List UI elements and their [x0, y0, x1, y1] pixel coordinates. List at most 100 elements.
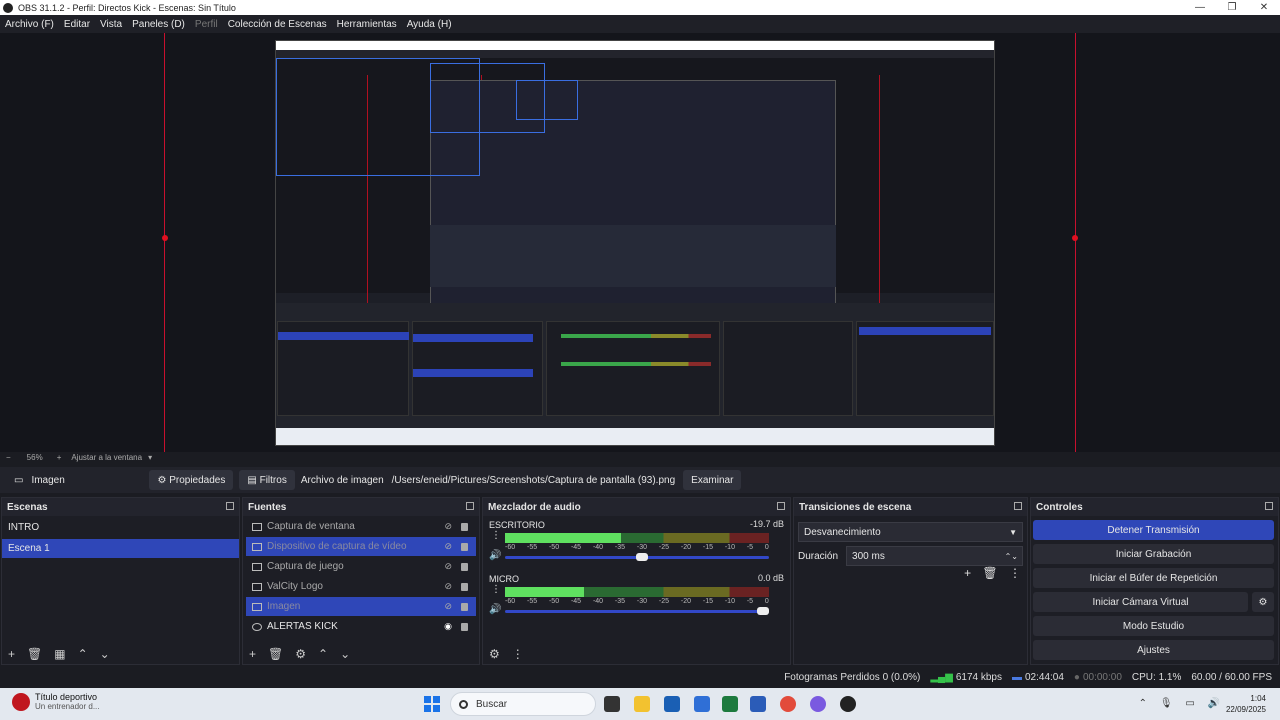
fit-window-button[interactable]: Ajustar a la ventana — [71, 453, 142, 462]
hidden-eye-icon[interactable]: ⊘ — [444, 597, 452, 616]
canvas-handle-left[interactable] — [162, 235, 168, 241]
close-button[interactable]: ✕ — [1248, 0, 1280, 15]
hidden-eye-icon[interactable]: ⊘ — [444, 557, 452, 576]
source-item[interactable]: ALERTAS KICK ◉ — [246, 617, 476, 636]
source-item[interactable]: Captura de ventana ⊘ — [246, 517, 476, 536]
add-source-icon[interactable]: + — [249, 647, 256, 661]
chevron-up-icon[interactable]: ⌃ — [1139, 698, 1147, 709]
advanced-audio-icon[interactable]: ⚙ — [489, 647, 500, 661]
undock-icon[interactable] — [777, 502, 785, 510]
news-widget[interactable]: Título deportivo Un entrenador d... — [12, 692, 99, 711]
move-down-icon[interactable]: ⌄ — [100, 647, 110, 661]
lock-icon[interactable] — [461, 582, 468, 591]
hidden-eye-icon[interactable]: ⊘ — [444, 577, 452, 596]
speaker-icon[interactable]: 🔊 — [489, 550, 501, 561]
discord-icon[interactable] — [810, 696, 826, 712]
move-up-icon[interactable]: ⌃ — [78, 647, 88, 661]
channel-menu-icon[interactable]: ⋮ — [491, 530, 501, 541]
maximize-button[interactable]: ❐ — [1216, 0, 1248, 15]
volume-knob[interactable] — [757, 607, 769, 615]
lock-icon[interactable] — [461, 542, 468, 551]
undock-icon[interactable] — [466, 502, 474, 510]
excel-icon[interactable] — [722, 696, 738, 712]
source-item[interactable]: Captura de juego ⊘ — [246, 557, 476, 576]
signal-bars-icon: ▂▄▆ — [930, 672, 953, 683]
eye-icon[interactable]: ◉ — [444, 617, 452, 636]
browse-button[interactable]: Examinar — [683, 470, 742, 490]
add-scene-icon[interactable]: + — [8, 647, 15, 661]
transition-menu-icon[interactable]: ⋮ — [1009, 566, 1021, 580]
minimize-button[interactable]: — — [1184, 0, 1216, 15]
properties-button[interactable]: ⚙ Propiedades — [149, 470, 234, 490]
zoom-dropdown-icon[interactable]: ▾ — [148, 453, 152, 462]
studio-mode-button[interactable]: Modo Estudio — [1033, 616, 1274, 636]
source-item[interactable]: ValCity Logo ⊘ — [246, 577, 476, 596]
menu-coleccion[interactable]: Colección de Escenas — [228, 19, 327, 30]
taskbar-search[interactable]: Buscar — [450, 692, 596, 716]
scene-item-escena-1[interactable]: Escena 1 — [2, 539, 239, 558]
menu-editar[interactable]: Editar — [64, 19, 90, 30]
move-down-icon[interactable]: ⌄ — [340, 647, 350, 661]
zoom-in-button[interactable]: + — [57, 453, 62, 462]
menu-perfil[interactable]: Perfil — [195, 19, 218, 30]
duration-input[interactable]: 300 ms ⌃⌄ — [846, 546, 1023, 566]
source-toolbar: ▭ Imagen ⚙ Propiedades ▤ Filtros Archivo… — [0, 467, 1280, 493]
volume-knob[interactable] — [636, 553, 649, 561]
undock-icon[interactable] — [226, 502, 234, 510]
move-up-icon[interactable]: ⌃ — [318, 647, 328, 661]
source-item[interactable]: Dispositivo de captura de vídeo ⊘ — [246, 537, 476, 556]
chrome-icon[interactable] — [780, 696, 796, 712]
menu-herramientas[interactable]: Herramientas — [337, 19, 397, 30]
stepper-icon[interactable]: ⌃⌄ — [1005, 552, 1018, 561]
source-settings-icon[interactable]: ⚙ — [295, 647, 306, 661]
menu-paneles[interactable]: Paneles (D) — [132, 19, 185, 30]
task-view-icon[interactable] — [604, 696, 620, 712]
menu-ayuda[interactable]: Ayuda (H) — [407, 19, 452, 30]
hidden-eye-icon[interactable]: ⊘ — [444, 517, 452, 536]
menu-archivo[interactable]: Archivo (F) — [5, 19, 54, 30]
mixer-menu-icon[interactable]: ⋮ — [512, 647, 524, 661]
undock-icon[interactable] — [1014, 502, 1022, 510]
lock-icon[interactable] — [461, 602, 468, 611]
volume-icon[interactable]: 🔊 — [1208, 698, 1220, 709]
remove-transition-icon[interactable]: 🗑 — [982, 566, 997, 580]
menu-vista[interactable]: Vista — [100, 19, 122, 30]
channel-name: ESCRITORIO — [489, 520, 545, 530]
preview-area[interactable] — [0, 33, 1280, 452]
microphone-icon[interactable]: 🎙 — [1160, 698, 1173, 709]
lock-icon[interactable] — [461, 562, 468, 571]
audio-mixer-dock: Mezclador de audio ESCRITORIO -19.7 dB ⋮… — [482, 497, 791, 665]
source-item[interactable]: Imagen ⊘ — [246, 597, 476, 616]
undock-icon[interactable] — [1265, 502, 1273, 510]
stop-stream-button[interactable]: Detener Transmisión — [1033, 520, 1274, 540]
lock-icon[interactable] — [461, 622, 468, 631]
windows-start-icon[interactable] — [424, 696, 440, 712]
speaker-icon[interactable]: 🔊 — [489, 604, 501, 615]
file-explorer-icon[interactable] — [634, 696, 650, 712]
hidden-eye-icon[interactable]: ⊘ — [444, 537, 452, 556]
add-transition-icon[interactable]: + — [964, 566, 971, 580]
virtual-camera-button[interactable]: Iniciar Cámara Virtual — [1033, 592, 1248, 612]
volume-slider[interactable] — [505, 610, 769, 613]
replay-buffer-button[interactable]: Iniciar el Búfer de Repetición — [1033, 568, 1274, 588]
clock[interactable]: 1:04 22/09/2025 — [1226, 693, 1266, 715]
channel-menu-icon[interactable]: ⋮ — [491, 584, 501, 595]
virtual-camera-settings-icon[interactable]: ⚙ — [1252, 592, 1274, 612]
filters-button[interactable]: ▤ Filtros — [239, 470, 295, 490]
store-icon[interactable] — [664, 696, 680, 712]
settings-button[interactable]: Ajustes — [1033, 640, 1274, 660]
network-icon[interactable]: ▭ — [1185, 698, 1194, 709]
obs-taskbar-icon[interactable] — [840, 696, 856, 712]
start-recording-button[interactable]: Iniciar Grabación — [1033, 544, 1274, 564]
outlook-icon[interactable] — [694, 696, 710, 712]
scene-filters-icon[interactable]: ▦ — [54, 647, 65, 661]
remove-scene-icon[interactable]: 🗑 — [27, 647, 42, 661]
canvas-handle-right[interactable] — [1072, 235, 1078, 241]
recursive-preview-image[interactable] — [275, 40, 995, 446]
remove-source-icon[interactable]: 🗑 — [268, 647, 283, 661]
transition-select[interactable]: Desvanecimiento ▼ — [798, 522, 1023, 542]
zoom-out-button[interactable]: − — [6, 453, 11, 462]
scene-item-intro[interactable]: INTRO — [2, 518, 239, 537]
word-icon[interactable] — [750, 696, 766, 712]
lock-icon[interactable] — [461, 522, 468, 531]
